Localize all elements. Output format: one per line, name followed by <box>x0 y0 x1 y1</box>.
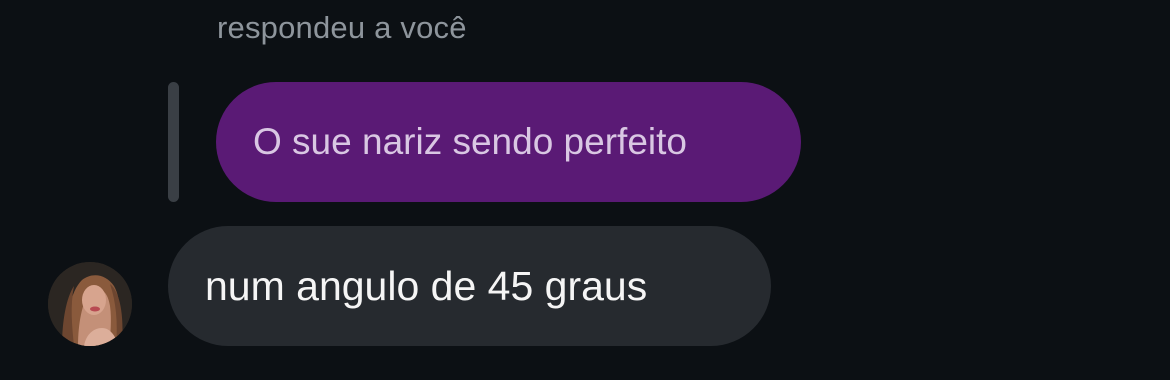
message-text: num angulo de 45 graus <box>205 262 648 309</box>
reply-context-label: respondeu a você <box>217 10 467 45</box>
message-bubble[interactable]: num angulo de 45 graus <box>168 226 771 346</box>
quoted-message-text: O sue nariz sendo perfeito <box>253 121 687 162</box>
profile-photo-icon <box>48 262 132 346</box>
sender-avatar[interactable] <box>48 262 132 346</box>
reply-indicator-bar <box>168 82 179 202</box>
quoted-message-bubble[interactable]: O sue nariz sendo perfeito <box>216 82 801 202</box>
